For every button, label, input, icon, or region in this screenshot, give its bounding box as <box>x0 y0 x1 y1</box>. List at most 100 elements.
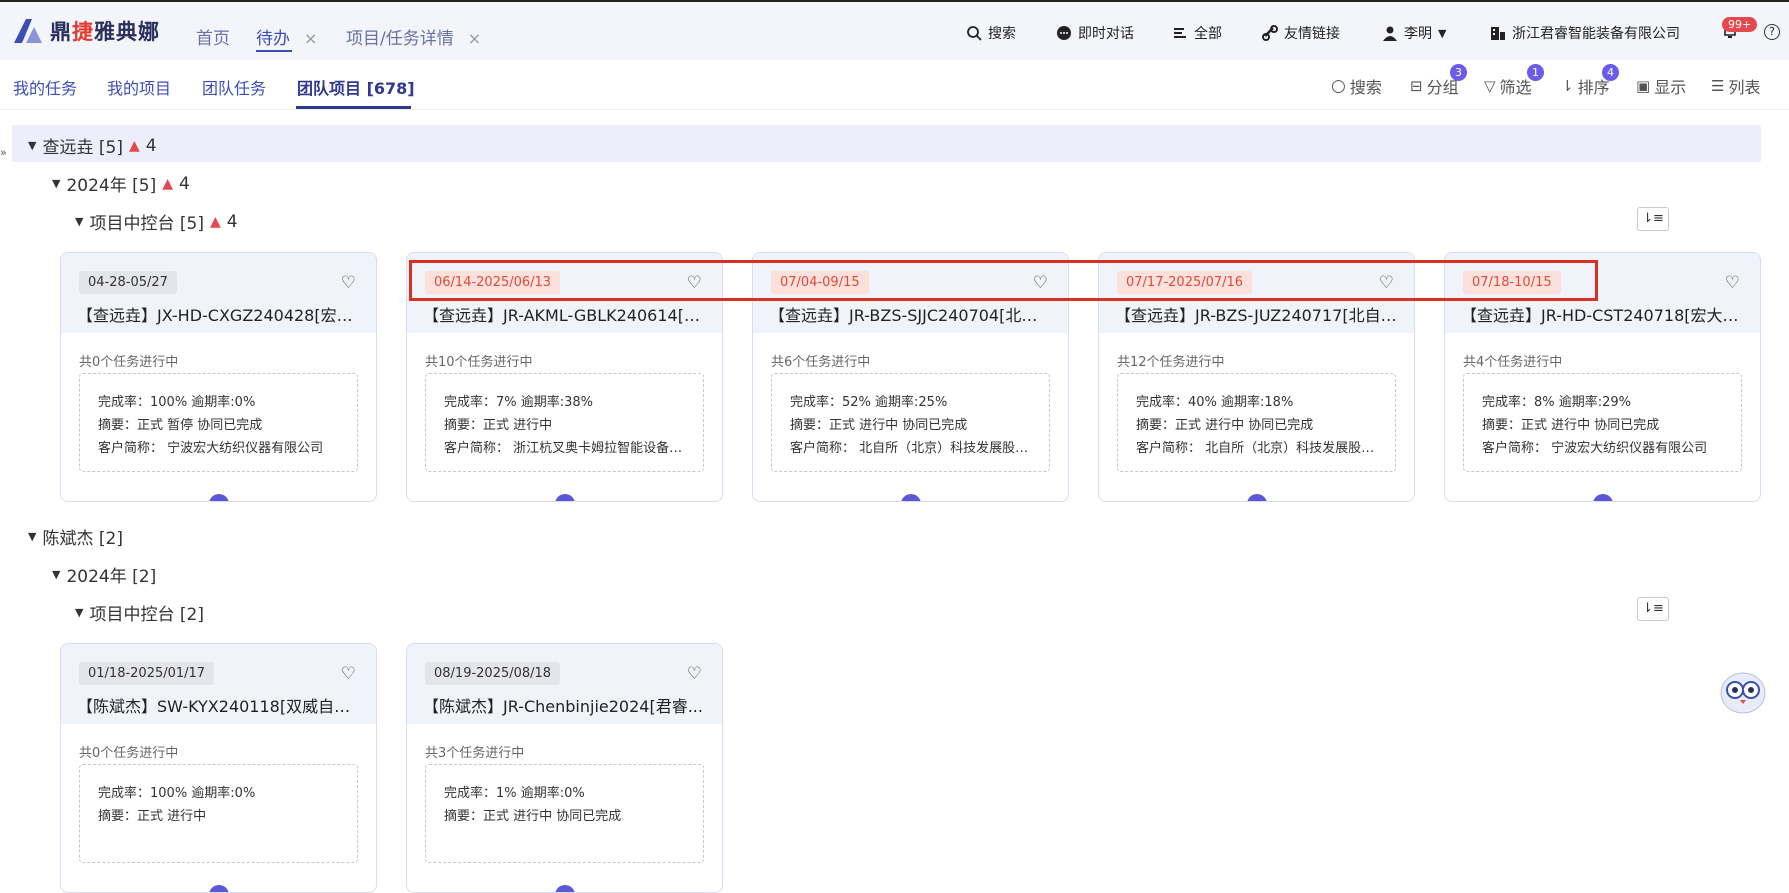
tab-todo[interactable]: 待办 × <box>256 24 317 49</box>
completion-rate: 完成率：1% 逾期率:0% <box>444 786 585 801</box>
active-subtab-underline <box>296 106 411 109</box>
card-header: 01/18-2025/01/17 ♡ 【陈斌杰】SW-KYX240118[双威自动化… <box>61 644 376 724</box>
project-title[interactable]: 【查远垚】JR-AKML-GBLK240614[奥卡姆... <box>423 302 706 326</box>
date-range-badge: 04-28-05/27 <box>79 271 177 294</box>
project-stats-box: 完成率：7% 逾期率:38% 摘要：正式 进行中 客户简称： 浙江杭叉奥卡姆拉智能设… <box>425 373 704 472</box>
group-category-header[interactable]: ▼ 项目中控台 [5] ▲ 4 <box>75 209 238 235</box>
favorite-heart-icon[interactable]: ♡ <box>341 273 356 293</box>
project-card[interactable]: 08/19-2025/08/18 ♡ 【陈斌杰】JR-Chenbinjie2024[… <box>406 643 723 893</box>
card-header: 07/18-10/15 ♡ 【查远垚】JR-HD-CST240718[宏大纺织... <box>1445 253 1760 333</box>
active-tab-underline <box>256 50 292 52</box>
all-menu[interactable]: 全部 <box>1172 23 1222 43</box>
date-range-badge: 01/18-2025/01/17 <box>79 662 215 685</box>
menu-icon <box>1174 28 1186 38</box>
group-year-header[interactable]: ▼ 2024年 [5] ▲ 4 <box>52 171 190 197</box>
project-title[interactable]: 【陈斌杰】SW-KYX240118[双威自动化... <box>77 693 360 717</box>
favorite-heart-icon[interactable]: ♡ <box>687 273 702 293</box>
collapse-arrow-icon[interactable]: » <box>0 146 7 159</box>
sort-count-badge: 4 <box>1602 64 1619 81</box>
filter-button[interactable]: ▽ 筛选 <box>1484 74 1532 98</box>
tab-project-detail[interactable]: 项目/任务详情 × <box>346 24 481 49</box>
project-card[interactable]: 07/18-10/15 ♡ 【查远垚】JR-HD-CST240718[宏大纺织...… <box>1444 252 1761 502</box>
member-avatar[interactable] <box>209 885 229 892</box>
task-count: 共0个任务进行中 <box>79 746 179 761</box>
sort-icon: ⇂≡ <box>1642 211 1664 226</box>
group-count-badge: 3 <box>1450 64 1467 81</box>
favorite-heart-icon[interactable]: ♡ <box>1725 273 1740 293</box>
task-count: 共4个任务进行中 <box>1463 355 1563 370</box>
filter-icon: ▽ <box>1484 77 1496 95</box>
tab-team-tasks[interactable]: 团队任务 <box>202 75 266 99</box>
card-header: 06/14-2025/06/13 ♡ 【查远垚】JR-AKML-GBLK240614… <box>407 253 722 333</box>
sort-toggle-button[interactable]: ⇂≡ <box>1637 597 1669 621</box>
group-category-header[interactable]: ▼ 项目中控台 [2] <box>75 600 204 625</box>
project-stats-box: 完成率：1% 逾期率:0% 摘要：正式 进行中 协同已完成 <box>425 764 704 863</box>
friend-links[interactable]: 友情链接 <box>1262 23 1340 43</box>
project-title[interactable]: 【查远垚】JR-BZS-JUZ240717[北自所... <box>1115 302 1398 326</box>
project-summary: 摘要：正式 进行中 协同已完成 <box>1482 418 1660 433</box>
completion-rate: 完成率：100% 逾期率:0% <box>98 395 256 410</box>
help-button[interactable]: ? <box>1764 24 1780 40</box>
tab-my-projects[interactable]: 我的项目 <box>107 75 171 99</box>
app-logo[interactable]: 鼎捷雅典娜 <box>12 16 160 46</box>
task-count: 共3个任务进行中 <box>425 746 525 761</box>
member-avatar[interactable] <box>209 494 229 501</box>
project-summary: 摘要：正式 进行中 协同已完成 <box>790 418 968 433</box>
warning-icon: ▲ <box>209 213 221 230</box>
sort-toggle-button[interactable]: ⇂≡ <box>1637 207 1669 231</box>
instant-chat[interactable]: 即时对话 <box>1056 23 1134 43</box>
task-count: 共6个任务进行中 <box>771 355 871 370</box>
help-icon: ? <box>1764 24 1780 40</box>
tab-home[interactable]: 首页 <box>196 24 230 49</box>
tab-team-projects[interactable]: 团队项目 [678] <box>297 75 415 99</box>
top-bar: 鼎捷雅典娜 首页 待办 × 项目/任务详情 × 搜索 即时对话 全部 友情链接 李明… <box>0 0 1789 60</box>
favorite-heart-icon[interactable]: ♡ <box>1033 273 1048 293</box>
project-title[interactable]: 【陈斌杰】JR-Chenbinjie2024[君睿... <box>423 693 706 717</box>
date-range-badge: 06/14-2025/06/13 <box>425 271 561 294</box>
sub-nav: 我的任务 我的项目 团队任务 团队项目 [678] ○ 搜索 ⊟ 分组 3 ▽ 筛选 … <box>0 62 1789 110</box>
warning-icon: ▲ <box>128 137 140 154</box>
tab-my-tasks[interactable]: 我的任务 <box>13 75 77 99</box>
member-avatar[interactable] <box>1593 494 1613 501</box>
project-title[interactable]: 【查远垚】JX-HD-CXGZ240428[宏达泰纺织... <box>77 302 360 326</box>
group-year-header[interactable]: ▼ 2024年 [2] <box>52 562 156 587</box>
company-switch[interactable]: 浙江君睿智能装备有限公司 <box>1490 23 1680 43</box>
member-avatar[interactable] <box>901 494 921 501</box>
assistant-owl-icon[interactable] <box>1718 668 1768 714</box>
favorite-heart-icon[interactable]: ♡ <box>341 664 356 684</box>
close-icon[interactable]: × <box>304 29 317 48</box>
project-title[interactable]: 【查远垚】JR-HD-CST240718[宏大纺织... <box>1461 302 1744 326</box>
group-owner-header[interactable]: ▼ 陈斌杰 [2] <box>28 524 123 549</box>
member-avatar[interactable] <box>1247 494 1267 501</box>
sort-icon: ⇂ <box>1561 77 1574 95</box>
project-card[interactable]: 06/14-2025/06/13 ♡ 【查远垚】JR-AKML-GBLK240614… <box>406 252 723 502</box>
project-card[interactable]: 07/04-09/15 ♡ 【查远垚】JR-BZS-SJJC240704[北自所..… <box>752 252 1069 502</box>
notification-badge: 99+ <box>1722 17 1758 32</box>
project-title[interactable]: 【查远垚】JR-BZS-SJJC240704[北自所... <box>769 302 1052 326</box>
caret-down-icon: ▼ <box>52 177 61 190</box>
top-search[interactable]: 搜索 <box>966 23 1016 43</box>
sort-button[interactable]: ⇂ 排序 <box>1561 74 1610 98</box>
customer-name: 客户简称： 浙江杭叉奥卡姆拉智能设备有限公司 <box>444 441 694 456</box>
task-count: 共0个任务进行中 <box>79 355 179 370</box>
display-button[interactable]: ▣ 显示 <box>1636 74 1686 98</box>
member-avatar[interactable] <box>555 885 575 892</box>
list-icon: ☰ <box>1711 77 1725 95</box>
member-avatar[interactable] <box>555 494 575 501</box>
group-owner-header[interactable]: ▼ 查远垚 [5] ▲ 4 <box>28 133 157 159</box>
display-icon: ▣ <box>1636 77 1651 95</box>
list-button[interactable]: ☰ 列表 <box>1711 74 1760 98</box>
favorite-heart-icon[interactable]: ♡ <box>1379 273 1394 293</box>
favorite-heart-icon[interactable]: ♡ <box>687 664 702 684</box>
project-card[interactable]: 07/17-2025/07/16 ♡ 【查远垚】JR-BZS-JUZ240717[北… <box>1098 252 1415 502</box>
close-icon[interactable]: × <box>468 29 481 48</box>
customer-name: 客户简称： 宁波宏大纺织仪器有限公司 <box>98 441 324 456</box>
project-card[interactable]: 04-28-05/27 ♡ 【查远垚】JX-HD-CXGZ240428[宏达泰纺织.… <box>60 252 377 502</box>
chevron-down-icon: ▼ <box>1438 26 1447 40</box>
user-menu[interactable]: 李明 ▼ <box>1382 23 1446 43</box>
search-button[interactable]: ○ 搜索 <box>1331 74 1382 98</box>
project-summary: 摘要：正式 进行中 协同已完成 <box>444 809 622 824</box>
project-card[interactable]: 01/18-2025/01/17 ♡ 【陈斌杰】SW-KYX240118[双威自动化… <box>60 643 377 893</box>
sort-icon: ⇂≡ <box>1642 601 1664 616</box>
completion-rate: 完成率：100% 逾期率:0% <box>98 786 256 801</box>
